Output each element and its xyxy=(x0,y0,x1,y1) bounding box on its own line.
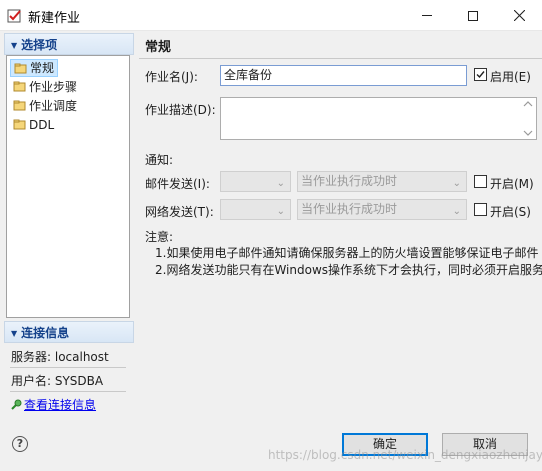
minimize-button[interactable] xyxy=(404,0,450,31)
note-line-2: 2.网络发送功能只有在Windows操作系统下才会执行，同时必须开启服务 xyxy=(155,263,542,277)
net-label: 网络发送(T): xyxy=(145,205,214,219)
note-label: 注意: xyxy=(145,230,174,244)
divider xyxy=(10,367,126,368)
maximize-icon xyxy=(468,10,478,21)
help-icon[interactable]: ? xyxy=(12,436,28,452)
close-button[interactable] xyxy=(496,0,542,31)
job-desc-textarea[interactable] xyxy=(220,97,537,140)
email-open-checkbox[interactable] xyxy=(474,175,487,188)
folder-icon xyxy=(13,100,26,111)
chevron-down-icon: ⌄ xyxy=(452,206,461,217)
chevron-down-icon: ⌄ xyxy=(276,178,285,189)
section-title: 常规 xyxy=(145,40,172,55)
view-connection-link[interactable]: 查看连接信息 xyxy=(11,396,96,413)
folder-icon xyxy=(13,81,26,92)
divider xyxy=(139,58,542,59)
folder-icon xyxy=(13,119,26,130)
nav-item-job-steps[interactable]: 作业步骤 xyxy=(10,78,80,96)
chevron-down-icon: ⌄ xyxy=(452,178,461,189)
textarea-scrollbar[interactable] xyxy=(522,98,534,139)
chevron-down-icon: ⌄ xyxy=(276,206,285,217)
email-condition-select[interactable]: 当作业执行成功时 ⌄ xyxy=(297,171,467,192)
net-condition-select[interactable]: 当作业执行成功时 ⌄ xyxy=(297,199,467,220)
notify-label: 通知: xyxy=(145,153,174,167)
close-icon xyxy=(513,10,525,21)
nav-panel-header[interactable]: ▼ 选择项 xyxy=(4,33,134,55)
enable-label: 启用(E) xyxy=(490,70,531,84)
connection-icon xyxy=(11,399,22,410)
job-app-icon xyxy=(7,9,21,23)
net-target-select[interactable]: ⌄ xyxy=(220,199,291,220)
email-target-select[interactable]: ⌄ xyxy=(220,171,291,192)
collapse-triangle-icon: ▼ xyxy=(11,329,18,338)
job-name-input[interactable]: 全库备份 xyxy=(220,65,467,86)
email-label: 邮件发送(I): xyxy=(145,177,210,191)
conn-panel-header[interactable]: ▼ 连接信息 xyxy=(4,321,134,343)
minimize-icon xyxy=(422,15,432,16)
job-name-label: 作业名(J): xyxy=(145,70,198,84)
nav-item-job-schedule[interactable]: 作业调度 xyxy=(10,97,80,115)
window-title: 新建作业 xyxy=(28,11,81,26)
server-info: 服务器: localhost xyxy=(11,350,109,364)
nav-item-general[interactable]: 常规 xyxy=(10,59,59,77)
net-open-checkbox[interactable] xyxy=(474,203,487,216)
title-bar: 新建作业 xyxy=(0,0,542,31)
email-open-label: 开启(M) xyxy=(490,177,534,191)
job-desc-label: 作业描述(D): xyxy=(145,103,216,117)
divider xyxy=(10,391,126,392)
note-line-1: 1.如果使用电子邮件通知请确保服务器上的防火墙设置能够保证电子邮件 xyxy=(155,246,539,260)
maximize-button[interactable] xyxy=(450,0,496,31)
nav-tree: 常规 作业步骤 作业调度 DDL xyxy=(6,55,130,318)
note-area: 1.如果使用电子邮件通知请确保服务器上的防火墙设置能够保证电子邮件 2.网络发送… xyxy=(139,244,542,280)
enable-checkbox[interactable] xyxy=(474,68,487,81)
user-info: 用户名: SYSDBA xyxy=(11,374,104,388)
checkmark-icon xyxy=(476,71,485,79)
watermark: https://blog.csdn.net/weixin_dengxiaozhe… xyxy=(268,448,542,462)
chevron-down-icon[interactable] xyxy=(523,130,533,136)
nav-item-ddl[interactable]: DDL xyxy=(10,116,57,134)
chevron-up-icon[interactable] xyxy=(523,101,533,107)
folder-icon xyxy=(14,63,27,74)
net-open-label: 开启(S) xyxy=(490,205,531,219)
collapse-triangle-icon: ▼ xyxy=(11,41,18,50)
